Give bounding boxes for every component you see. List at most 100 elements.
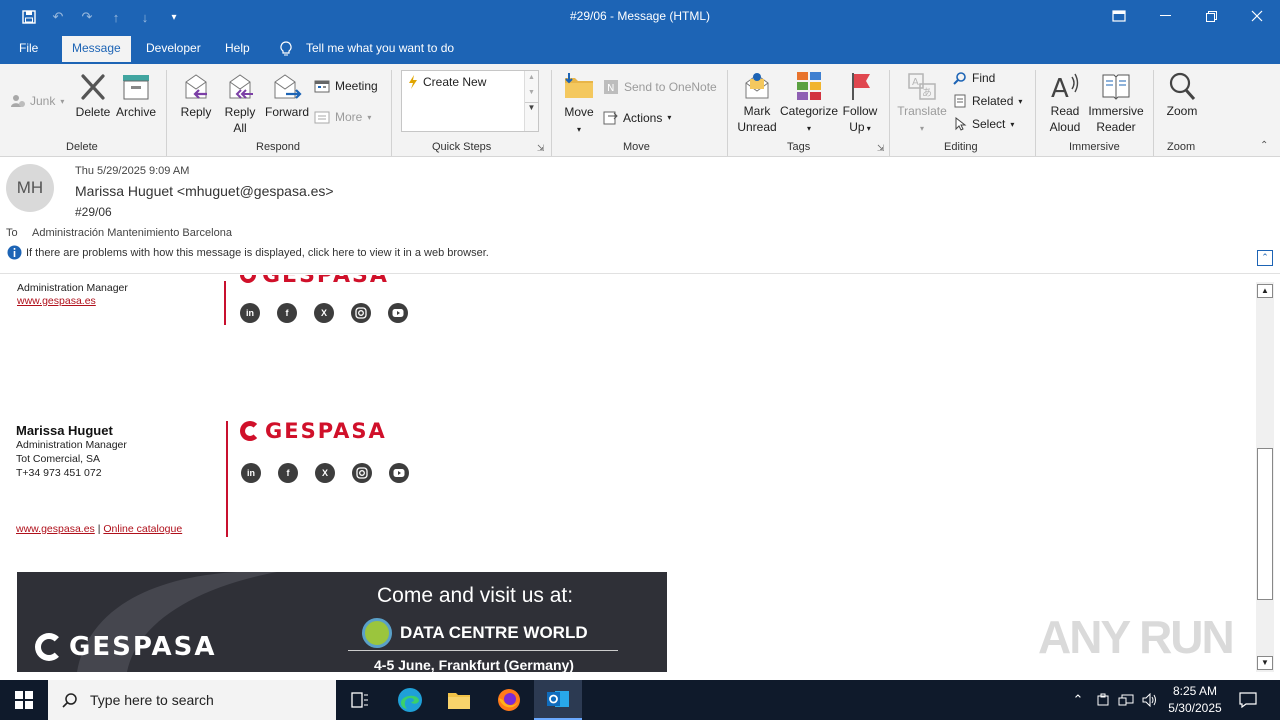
notification-center-icon[interactable] — [1234, 680, 1262, 720]
to-label: To — [6, 227, 18, 239]
signature-divider — [224, 281, 226, 325]
restore-button[interactable] — [1188, 0, 1234, 32]
reply-all-button[interactable]: Reply All — [220, 72, 260, 136]
group-label-tags: Tags — [787, 141, 811, 153]
x-twitter-icon[interactable]: X — [315, 463, 335, 483]
collapse-header-icon[interactable]: ⌃ — [1257, 250, 1273, 266]
tab-message[interactable]: Message — [62, 36, 131, 64]
scroll-thumb[interactable] — [1257, 448, 1273, 600]
find-icon — [953, 72, 966, 85]
x-twitter-icon[interactable]: X — [314, 303, 334, 323]
lightning-icon — [409, 75, 417, 89]
immersive-reader-button[interactable]: Immersive Reader — [1087, 71, 1145, 135]
banner-divider — [348, 650, 618, 651]
group-label-quick-steps: Quick Steps — [432, 141, 492, 153]
translate-button[interactable]: Aあ Translate ▾ — [897, 71, 947, 137]
actions-button[interactable]: Actions ▾ — [603, 110, 671, 125]
gespasa-logo: GESPASA — [240, 419, 387, 443]
linkedin-icon[interactable]: in — [241, 463, 261, 483]
close-button[interactable] — [1234, 0, 1280, 32]
junk-button[interactable]: Junk ▾ — [11, 94, 64, 108]
categorize-icon — [797, 72, 821, 100]
ribbon-display-options-icon[interactable] — [1096, 0, 1142, 32]
taskbar: Type here to search ⌃ 8:25 AM 5/30/2025 — [0, 680, 1280, 720]
delete-button[interactable]: Delete — [74, 72, 112, 120]
show-hidden-icons[interactable]: ⌃ — [1068, 680, 1088, 720]
signature-title: Administration Manager — [17, 282, 128, 294]
tab-developer[interactable]: Developer — [146, 41, 201, 55]
network-icon[interactable] — [1116, 680, 1136, 720]
signature-title: Administration Manager — [16, 439, 127, 451]
move-folder-icon — [565, 73, 593, 98]
website-link[interactable]: www.gespasa.es — [16, 523, 95, 535]
forward-button[interactable]: Forward — [263, 72, 311, 120]
tell-me-search[interactable]: Tell me what you want to do — [306, 41, 454, 55]
collapse-ribbon-icon[interactable]: ⌃ — [1260, 140, 1268, 151]
dialog-launcher-icon[interactable]: ⇲ — [877, 143, 885, 154]
clock[interactable]: 8:25 AM 5/30/2025 — [1162, 683, 1228, 717]
sender[interactable]: Marissa Huguet <mhuguet@gespasa.es> — [75, 183, 334, 199]
categorize-button[interactable]: Categorize ▾ — [779, 71, 839, 137]
quick-step-create-new[interactable]: Create New — [408, 75, 486, 89]
onedrive-icon[interactable] — [1093, 680, 1113, 720]
title-bar: ↶ ↷ ↑ ↓ ▾ #29/06 - Message (HTML) — [0, 0, 1280, 34]
event-banner[interactable]: GESPASA Come and visit us at: DATA CENTR… — [17, 572, 667, 672]
archive-button[interactable]: Archive — [114, 72, 158, 120]
move-button[interactable]: Move ▾ — [560, 70, 598, 138]
taskbar-search[interactable]: Type here to search — [48, 680, 336, 720]
windows-start-icon[interactable] — [0, 680, 48, 720]
youtube-icon[interactable] — [389, 463, 409, 483]
reply-button[interactable]: Reply — [177, 72, 215, 120]
facebook-icon[interactable]: f — [278, 463, 298, 483]
send-to-onenote-button[interactable]: N Send to OneNote — [603, 79, 717, 95]
facebook-icon[interactable]: f — [277, 303, 297, 323]
edge-browser-icon[interactable] — [386, 680, 434, 720]
meeting-button[interactable]: Meeting — [314, 79, 378, 93]
group-label-zoom: Zoom — [1167, 141, 1196, 153]
find-button[interactable]: Find — [953, 71, 995, 85]
forward-icon — [274, 74, 302, 99]
tab-file[interactable]: File — [19, 41, 38, 55]
more-respond-button[interactable]: More ▾ — [314, 110, 371, 124]
clock-date: 5/30/2025 — [1168, 701, 1222, 715]
instagram-icon[interactable] — [351, 303, 371, 323]
scroll-down-icon[interactable]: ▼ — [1257, 656, 1273, 670]
outlook-taskbar-icon[interactable] — [534, 680, 582, 720]
linkedin-icon[interactable]: in — [240, 303, 260, 323]
scroll-up-icon[interactable]: ▲ — [1257, 284, 1273, 298]
file-explorer-icon[interactable] — [435, 680, 483, 720]
quick-steps-gallery[interactable]: Create New ▲ ▼ ▼ — [401, 70, 539, 132]
firefox-icon[interactable] — [485, 680, 533, 720]
online-catalogue-link[interactable]: Online catalogue — [103, 523, 182, 535]
zoom-button[interactable]: Zoom — [1160, 71, 1204, 119]
quick-steps-scroll[interactable]: ▲ ▼ ▼ — [524, 71, 538, 131]
flag-icon — [852, 73, 870, 100]
select-button[interactable]: Select ▾ — [953, 117, 1014, 131]
message-scrollbar[interactable]: ▲ ▼ — [1256, 282, 1274, 672]
minimize-button[interactable] — [1142, 0, 1188, 32]
recipient[interactable]: Administración Mantenimiento Barcelona — [32, 227, 232, 239]
message-date: Thu 5/29/2025 9:09 AM — [75, 165, 190, 177]
group-label-delete: Delete — [66, 141, 98, 153]
volume-icon[interactable] — [1140, 680, 1160, 720]
follow-up-button[interactable]: Follow Up ▾ — [840, 71, 880, 137]
ribbon-separator — [1035, 70, 1036, 156]
info-bar[interactable]: If there are problems with how this mess… — [7, 245, 489, 260]
tab-help[interactable]: Help — [225, 41, 250, 55]
website-link[interactable]: www.gespasa.es — [17, 295, 96, 307]
instagram-icon[interactable] — [352, 463, 372, 483]
task-view-icon[interactable] — [336, 680, 384, 720]
read-aloud-button[interactable]: A Read Aloud — [1043, 71, 1087, 135]
youtube-icon[interactable] — [388, 303, 408, 323]
banner-heading: Come and visit us at: — [377, 584, 574, 607]
mark-unread-button[interactable]: Mark Unread — [735, 71, 779, 135]
dialog-launcher-icon[interactable]: ⇲ — [537, 143, 545, 154]
related-button[interactable]: Related ▾ — [953, 94, 1022, 108]
window-title: #29/06 - Message (HTML) — [569, 9, 711, 23]
watermark: ANY RUN — [1038, 611, 1235, 663]
mark-unread-icon — [745, 73, 769, 99]
group-label-respond: Respond — [256, 141, 301, 153]
info-bar-text: If there are problems with how this mess… — [26, 246, 489, 259]
reply-all-icon — [229, 74, 253, 99]
group-label-immersive: Immersive — [1069, 141, 1120, 153]
